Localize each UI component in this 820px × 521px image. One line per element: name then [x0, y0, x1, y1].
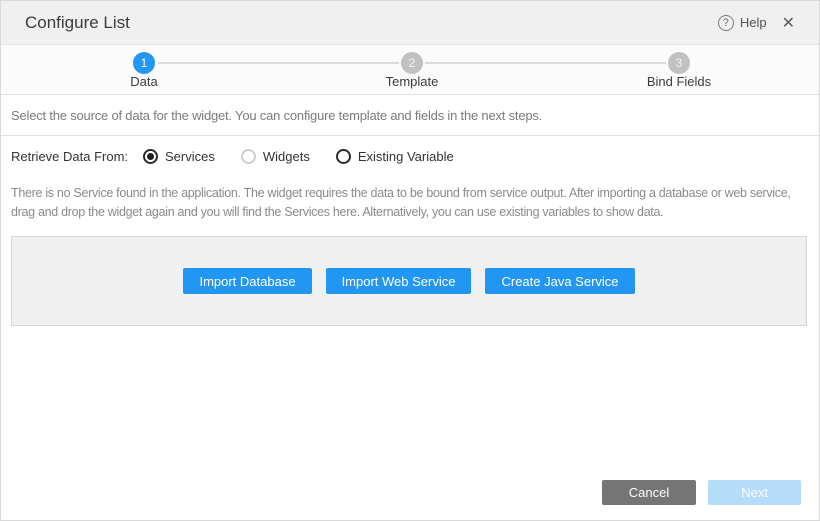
step-2-circle[interactable]: 2: [401, 52, 423, 74]
help-label[interactable]: Help: [740, 15, 767, 30]
step-3-circle[interactable]: 3: [668, 52, 690, 74]
import-web-service-button[interactable]: Import Web Service: [326, 268, 472, 294]
step-1-label: Data: [74, 74, 214, 89]
create-java-service-button[interactable]: Create Java Service: [485, 268, 634, 294]
no-service-message: There is no Service found in the applica…: [1, 176, 819, 222]
radio-widgets-icon[interactable]: [241, 149, 256, 164]
retrieve-data-group: Retrieve Data From: Services Widgets Exi…: [1, 136, 819, 176]
radio-services-icon[interactable]: [143, 149, 158, 164]
radio-services-label[interactable]: Services: [165, 149, 215, 164]
help-icon[interactable]: ?: [718, 15, 734, 31]
radio-option-services[interactable]: Services: [143, 149, 215, 164]
intro-text: Select the source of data for the widget…: [1, 95, 819, 136]
help-button[interactable]: ? Help: [718, 15, 767, 31]
step-2-label: Template: [342, 74, 482, 89]
radio-option-existing-variable[interactable]: Existing Variable: [336, 149, 454, 164]
dialog-titlebar: Configure List ? Help ✕: [1, 1, 819, 45]
configure-list-dialog: Configure List ? Help ✕ 1 Data 2 Templat…: [0, 0, 820, 521]
radio-existing-variable-icon[interactable]: [336, 149, 351, 164]
import-database-button[interactable]: Import Database: [183, 268, 311, 294]
dialog-title: Configure List: [25, 13, 130, 33]
next-button[interactable]: Next: [708, 480, 801, 505]
wizard-steps: 1 Data 2 Template 3 Bind Fields: [1, 45, 819, 95]
radio-widgets-label[interactable]: Widgets: [263, 149, 310, 164]
service-actions-panel: Import Database Import Web Service Creat…: [11, 236, 807, 326]
radio-existing-variable-label[interactable]: Existing Variable: [358, 149, 454, 164]
radio-option-widgets[interactable]: Widgets: [241, 149, 310, 164]
close-icon[interactable]: ✕: [780, 13, 797, 33]
cancel-button[interactable]: Cancel: [602, 480, 696, 505]
dialog-footer: Cancel Next: [602, 480, 801, 505]
step-1-circle[interactable]: 1: [133, 52, 155, 74]
step-3-label: Bind Fields: [609, 74, 749, 89]
step-connector-2: [425, 62, 666, 64]
step-connector-1: [158, 62, 399, 64]
retrieve-data-label: Retrieve Data From:: [11, 149, 143, 164]
titlebar-actions: ? Help ✕: [718, 13, 797, 33]
